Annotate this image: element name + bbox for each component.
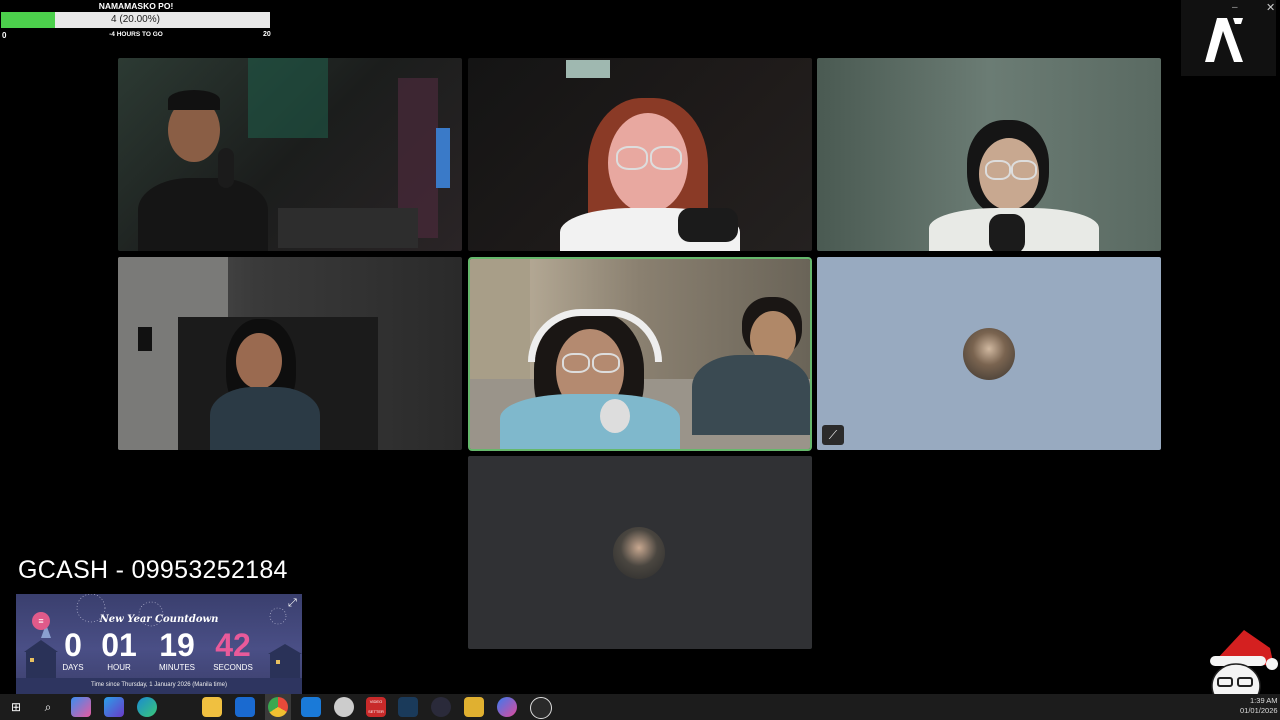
steam-icon[interactable] [398,697,418,717]
countdown-hours-label: HOUR [107,663,131,672]
countdown-seconds: 42 [215,627,251,663]
minimize-button[interactable]: – [1232,2,1238,13]
file-explorer-icon[interactable] [202,697,222,717]
app-icon-2[interactable] [464,697,484,717]
person-2-body [692,355,810,435]
background-object [138,327,152,351]
video-tile-participant-5[interactable] [468,257,812,451]
clock-date: 01/01/2026 [1240,706,1278,715]
background-shelf [248,58,328,138]
copilot-icon[interactable] [71,697,91,717]
countdown-minutes-label: MINUTES [159,663,195,672]
messenger-icon[interactable] [497,697,517,717]
person-body [210,387,320,450]
countdown-title: New Year Countdown [99,614,219,625]
microphone [218,148,234,188]
goal-progress-text: 4 (20.00%) [111,14,160,25]
gcash-donation-text: GCASH - 09953252184 [18,556,288,584]
participant-avatar [963,328,1015,380]
goal-progress-bar: 4 (20.00%) [1,12,270,28]
countdown-days-label: DAYS [62,663,84,672]
glasses-right [1011,160,1037,180]
outlook-icon[interactable] [235,697,255,717]
countdown-seconds-label: SECONDS [213,663,253,672]
video-tile-participant-3[interactable] [817,58,1161,251]
app-grid-icon[interactable] [431,697,451,717]
windows-start-icon[interactable]: ⊞ [6,697,26,717]
goal-title: NAMAMASKO PO! [98,1,174,11]
glasses-left [985,160,1011,180]
countdown-footer: Time since Thursday, 1 January 2026 (Man… [91,682,227,688]
search-icon[interactable]: ⌕ [38,697,58,717]
microphone [678,208,738,242]
glasses-right [592,353,620,373]
video-tile-participant-1[interactable] [118,58,462,251]
background-blue-light [436,128,450,188]
logo-a-icon [1205,18,1243,62]
glasses-right [650,146,682,170]
donation-goal-widget: NAMAMASKO PO! 4 (20.00%) 0 -4 HOURS TO G… [0,0,272,40]
video-tile-participant-4[interactable] [118,257,462,450]
chrome-icon[interactable] [268,697,288,717]
participant-avatar [613,527,665,579]
app-icon[interactable] [334,697,354,717]
windows-taskbar: ⊞ ⌕ VIDEO SETTER 1:39 AM 01/01/2026 [0,694,1280,720]
person-hair [168,90,220,110]
person-body [138,178,268,251]
goal-max-value: 20 [263,31,271,38]
video-tile-participant-6[interactable]: ⟋ [817,257,1161,450]
mic-muted-icon: ⟋ [822,425,844,445]
countdown-days: 0 [64,627,82,663]
system-clock[interactable]: 1:39 AM 01/01/2026 [1240,696,1278,716]
video-tile-participant-2[interactable] [468,58,812,251]
video-setter-icon[interactable]: VIDEO SETTER [366,697,386,717]
monitor [278,208,418,248]
expand-icon[interactable]: ⤢ [288,597,297,610]
glasses-left [562,353,590,373]
background-window [566,60,610,78]
microsoft-365-icon[interactable] [104,697,124,717]
person-body [500,394,680,449]
countdown-hours: 01 [101,627,137,663]
edge-icon[interactable] [137,697,157,717]
new-year-countdown-widget: ≡ ⤢ New Year Countdown 0 DAYS 01 HOUR 19… [16,594,302,694]
close-button[interactable]: ✕ [1266,1,1275,14]
goal-time-remaining: -4 HOURS TO GO [109,31,163,38]
person-face [236,333,282,389]
video-tile-participant-7[interactable] [468,456,812,649]
microphone [989,214,1025,251]
channel-logo [1181,0,1276,76]
glasses-left [616,146,648,170]
microsoft-store-icon[interactable] [301,697,321,717]
obs-icon[interactable] [530,697,552,719]
microphone [600,399,630,433]
clock-time: 1:39 AM [1250,696,1278,705]
countdown-minutes: 19 [159,627,195,663]
